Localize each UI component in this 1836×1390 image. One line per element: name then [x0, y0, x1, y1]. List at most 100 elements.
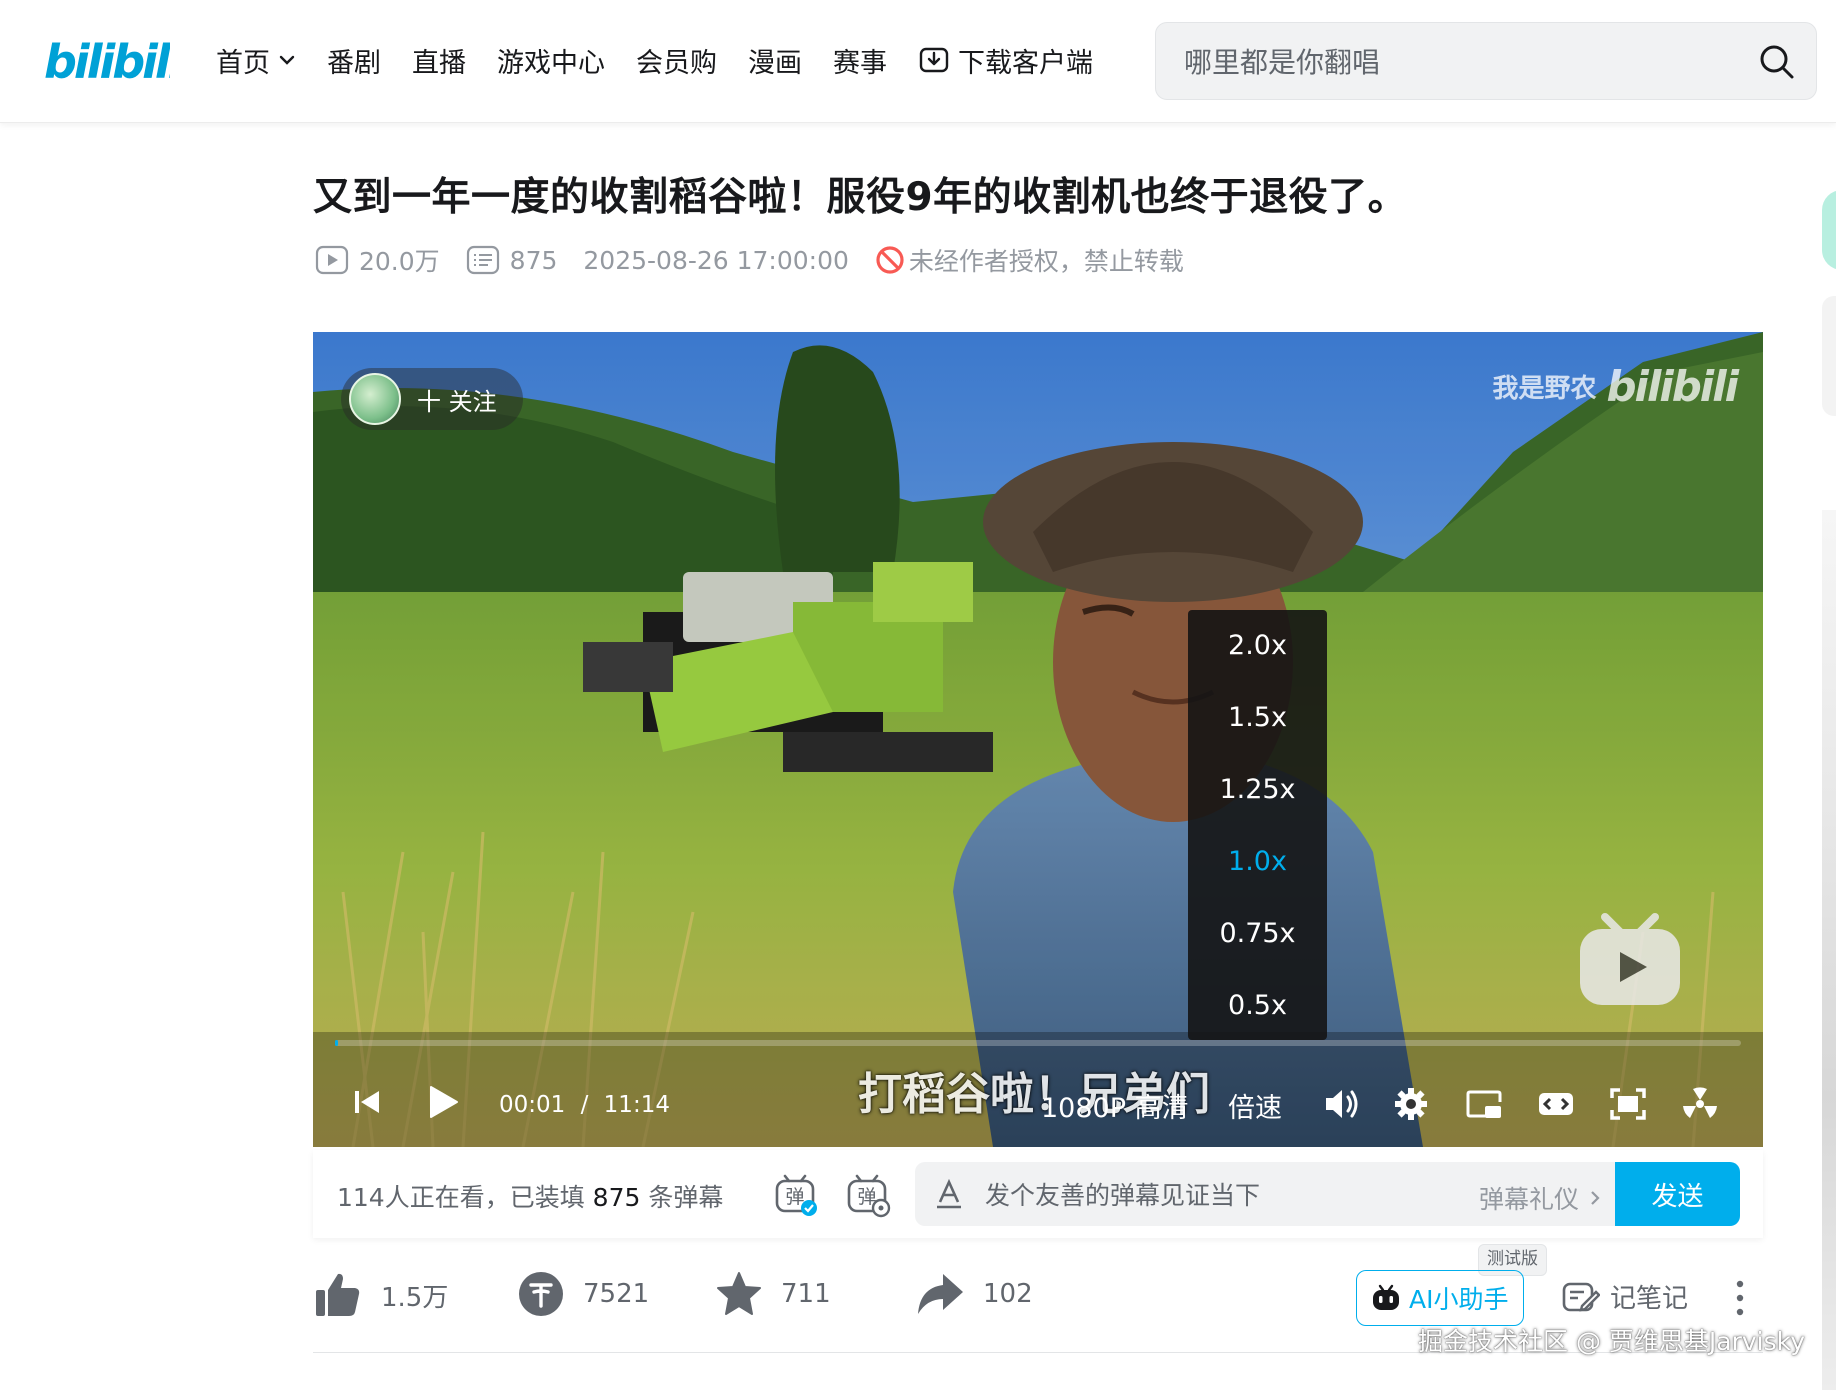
nav-live-label: 直播: [412, 47, 466, 79]
nav-home-label: 首页: [216, 47, 270, 79]
play-icon[interactable]: [427, 1084, 459, 1120]
danmaku-suffix: 条弹幕: [648, 1183, 724, 1212]
video-meta: 20.0万 875 2025-08-26 17:00:00 未经作者授权，禁止转…: [315, 242, 1184, 278]
speed-option-1-5x[interactable]: 1.5x: [1188, 682, 1327, 754]
search-icon[interactable]: [1758, 43, 1796, 81]
side-float-button[interactable]: [1822, 190, 1836, 270]
publish-date: 2025-08-26 17:00:00: [583, 246, 849, 275]
play-count-icon: [315, 245, 349, 275]
follow-button[interactable]: 十 关注: [341, 368, 523, 430]
nav-anime[interactable]: 番剧: [327, 36, 381, 84]
nav-download-client[interactable]: 下载客户端: [918, 36, 1093, 84]
time-total: 11:14: [603, 1092, 670, 1118]
bilibili-tv-icon: [1580, 913, 1680, 1005]
radiation-icon[interactable]: [1681, 1086, 1719, 1122]
time-display: 00:01 / 11:14: [499, 1092, 670, 1118]
note-edit-icon: [1562, 1282, 1600, 1312]
download-icon: [919, 47, 949, 73]
speed-option-1x[interactable]: 1.0x: [1188, 826, 1327, 898]
speed-option-1-25x[interactable]: 1.25x: [1188, 754, 1327, 826]
ai-assistant-button[interactable]: AI小助手: [1356, 1270, 1524, 1326]
send-danmaku-button[interactable]: 发送: [1615, 1162, 1740, 1226]
like-button[interactable]: 1.5万: [313, 1270, 448, 1320]
progress-bar[interactable]: [335, 1040, 1741, 1046]
nav-esports-label: 赛事: [833, 47, 887, 79]
search-input[interactable]: [1182, 41, 1746, 83]
ai-assistant-label: AI小助手: [1409, 1285, 1509, 1314]
bilibili-logo[interactable]: bilibili: [44, 28, 170, 90]
chevron-right-icon: [1591, 1191, 1600, 1205]
danmaku-input-box: 弹幕礼仪: [915, 1162, 1619, 1226]
danmaku-settings-icon[interactable]: 弹: [845, 1172, 891, 1218]
danmaku-count: 875: [466, 245, 558, 275]
robot-icon: [1373, 1284, 1399, 1310]
chevron-down-icon: [279, 55, 295, 65]
quality-button[interactable]: 1080P 高清: [1041, 1086, 1189, 1125]
nav-mall-label: 会员购: [636, 47, 717, 79]
volume-icon[interactable]: [1323, 1086, 1361, 1122]
coin-button[interactable]: 7521: [517, 1270, 649, 1318]
watching-count-text: 114人正在看，已装填: [337, 1183, 585, 1212]
side-recommend-edge: [1822, 510, 1836, 1390]
danmaku-etiquette-link[interactable]: 弹幕礼仪: [1479, 1180, 1605, 1216]
nav-manga-label: 漫画: [748, 47, 802, 79]
video-player[interactable]: 十 关注 我是野农 bilibili 2.0x 1.5x 1.25x 1.0x …: [313, 332, 1763, 1147]
video-watermark: 我是野农 bilibili: [1492, 362, 1739, 411]
favorite-button[interactable]: 711: [715, 1270, 831, 1318]
svg-text:弹: 弹: [785, 1186, 804, 1208]
coin-count: 7521: [583, 1279, 650, 1309]
share-button[interactable]: 102: [915, 1270, 1033, 1318]
danmaku-bar: 114人正在看，已装填 875 条弹幕 弹 弹 弹幕礼仪 发送: [313, 1150, 1763, 1238]
speed-button[interactable]: 倍速: [1228, 1086, 1282, 1125]
thumbs-up-icon: [316, 1273, 360, 1316]
nav-manga[interactable]: 漫画: [748, 36, 802, 84]
danmaku-toggle-icon[interactable]: 弹: [773, 1172, 819, 1218]
speed-option-0-5x[interactable]: 0.5x: [1188, 970, 1327, 1042]
widescreen-icon[interactable]: [1537, 1088, 1575, 1120]
danmaku-etiquette-label: 弹幕礼仪: [1478, 1185, 1579, 1214]
take-notes-label: 记笔记: [1610, 1284, 1689, 1314]
copyright-text: 未经作者授权，禁止转载: [908, 247, 1184, 276]
side-panel-edge: [1822, 296, 1836, 416]
share-arrow-icon: [918, 1274, 963, 1314]
picture-in-picture-icon[interactable]: [1465, 1088, 1503, 1120]
watermark-logo: bilibili: [1606, 362, 1739, 411]
progress-fill: [335, 1040, 338, 1046]
danmaku-input[interactable]: [983, 1174, 1447, 1216]
take-notes-button[interactable]: 记笔记: [1562, 1278, 1688, 1315]
time-current: 00:01: [499, 1092, 566, 1118]
uploader-avatar: [349, 373, 401, 425]
nav-home[interactable]: 首页: [216, 36, 296, 84]
settings-gear-icon[interactable]: [1393, 1086, 1429, 1122]
speed-option-2x[interactable]: 2.0x: [1188, 610, 1327, 682]
nav-download-label: 下载客户端: [958, 47, 1093, 79]
previous-icon[interactable]: [353, 1087, 381, 1117]
fullscreen-icon[interactable]: [1609, 1086, 1647, 1122]
nav-esports[interactable]: 赛事: [833, 36, 887, 84]
time-separator: /: [580, 1092, 589, 1118]
share-count: 102: [983, 1279, 1033, 1309]
nav-game-center[interactable]: 游戏中心: [497, 36, 605, 84]
video-title: 又到一年一度的收割稻谷啦！服役9年的收割机也终于退役了。: [313, 175, 1408, 220]
nav-mall[interactable]: 会员购: [636, 36, 717, 84]
more-options-icon[interactable]: [1730, 1278, 1750, 1318]
speed-option-0-75x[interactable]: 0.75x: [1188, 898, 1327, 970]
main-nav: 首页 番剧 直播 游戏中心 会员购 漫画 赛事 下载客户端: [216, 36, 1124, 84]
search-box: [1155, 22, 1817, 100]
view-count-value: 20.0万: [359, 247, 440, 276]
no-repost-icon: [876, 246, 904, 274]
danmaku-icon: [466, 245, 499, 275]
danmaku-count-value: 875: [509, 245, 558, 275]
font-style-icon[interactable]: [933, 1178, 965, 1210]
playback-speed-menu: 2.0x 1.5x 1.25x 1.0x 0.75x 0.5x: [1188, 610, 1327, 1040]
nav-anime-label: 番剧: [327, 47, 381, 79]
follow-label: 十 关注: [417, 387, 497, 416]
star-icon: [717, 1272, 761, 1315]
loaded-danmaku-count: 875: [592, 1183, 641, 1212]
svg-text:bilibili: bilibili: [44, 35, 170, 89]
nav-live[interactable]: 直播: [412, 36, 466, 84]
source-credit-watermark: 掘金技术社区 @ 贾维思基Jarvisky: [1418, 1327, 1806, 1356]
watermark-text: 我是野农: [1492, 374, 1597, 404]
copyright-notice: 未经作者授权，禁止转载: [875, 242, 1184, 278]
like-count: 1.5万: [381, 1282, 449, 1313]
